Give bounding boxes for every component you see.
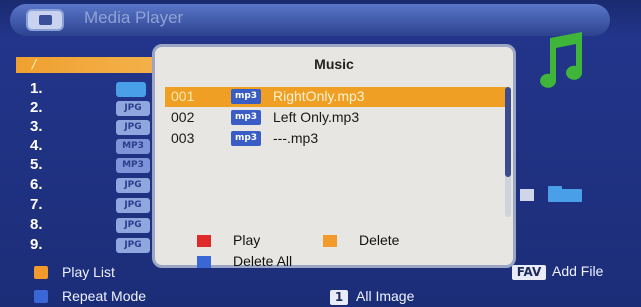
current-path: / — [32, 57, 37, 71]
track-row[interactable]: 002 mp3 Left Only.mp3 — [165, 108, 507, 128]
list-item[interactable]: 9. JPG — [20, 236, 170, 256]
number-key: 1 — [330, 290, 348, 305]
mp3-icon: mp3 — [231, 89, 261, 104]
jpg-file-icon: JPG — [116, 120, 150, 135]
mp3-icon: mp3 — [231, 131, 261, 146]
jpg-file-icon: JPG — [116, 178, 150, 193]
track-row[interactable]: 003 mp3 ---.mp3 — [165, 129, 507, 149]
dialog-title: Music — [314, 56, 354, 72]
scrollbar-thumb[interactable] — [505, 87, 511, 177]
blue-key-icon — [197, 256, 211, 268]
jpg-file-icon: JPG — [116, 198, 150, 213]
mp3-file-icon: MP3 — [116, 158, 150, 173]
fav-key: FAV — [512, 265, 546, 280]
blue-key-icon — [34, 290, 48, 303]
list-item[interactable]: 5. MP3 — [20, 156, 170, 176]
music-note-icon — [540, 32, 583, 88]
mp3-icon: mp3 — [231, 110, 261, 125]
window-title: Media Player — [84, 8, 184, 27]
jpg-file-icon: JPG — [116, 218, 150, 233]
list-item[interactable]: 8. JPG — [20, 216, 170, 236]
list-item[interactable]: 4. MP3 — [20, 137, 170, 157]
orange-key-icon — [323, 235, 337, 247]
folder-icon — [116, 82, 146, 97]
mp3-file-icon: MP3 — [116, 139, 150, 154]
list-item[interactable]: 1. — [20, 80, 170, 100]
music-dialog: Music 001 mp3 RightOnly.mp3 002 mp3 Left… — [152, 44, 516, 269]
folder-icon — [520, 186, 582, 202]
track-row[interactable]: 001 mp3 RightOnly.mp3 — [165, 87, 507, 107]
list-item[interactable]: 2. JPG — [20, 99, 170, 119]
orange-key-icon — [34, 266, 48, 279]
list-item[interactable]: 3. JPG — [20, 118, 170, 138]
red-key-icon — [197, 235, 211, 247]
scrollbar[interactable] — [505, 87, 511, 217]
list-item[interactable]: 6. JPG — [20, 176, 170, 196]
jpg-file-icon: JPG — [116, 238, 150, 253]
jpg-file-icon: JPG — [116, 101, 150, 116]
media-player-icon — [26, 9, 64, 31]
list-item[interactable]: 7. JPG — [20, 196, 170, 216]
